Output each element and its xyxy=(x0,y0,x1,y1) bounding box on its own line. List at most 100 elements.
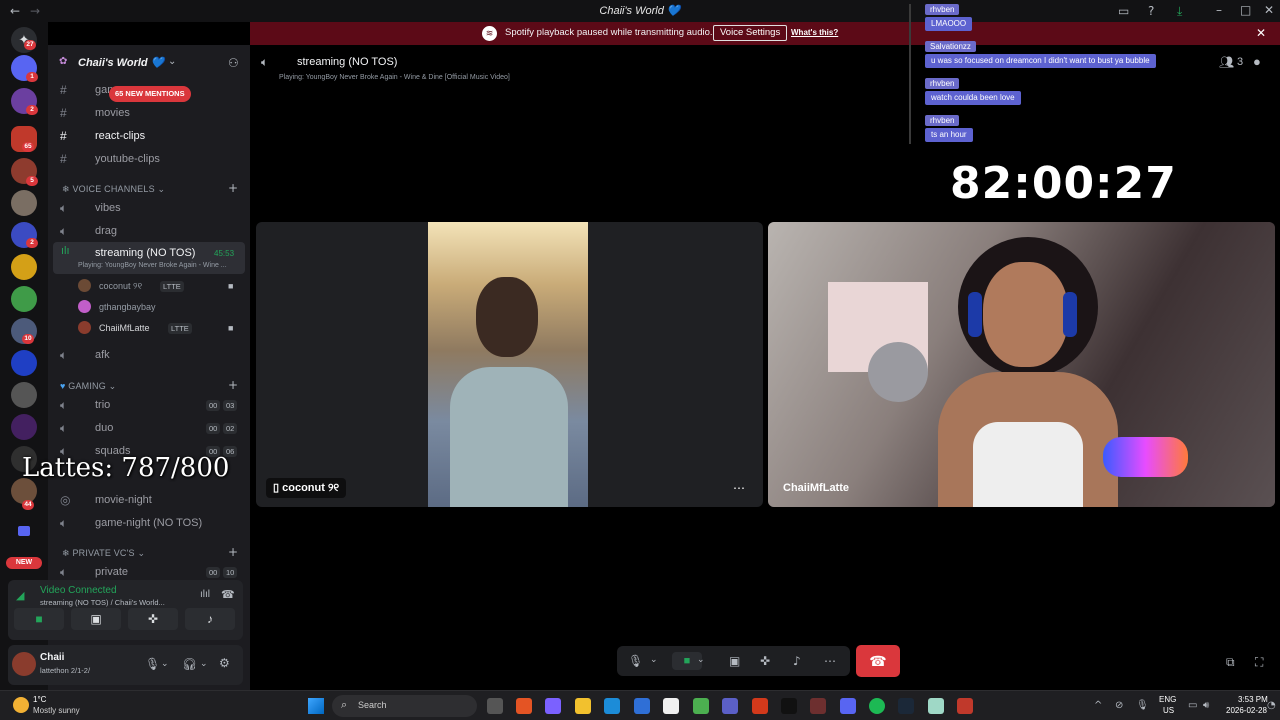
taskbar-search[interactable]: ⌕ Search xyxy=(332,695,477,717)
activities-icon[interactable]: ✜ xyxy=(760,654,770,668)
server-icon[interactable] xyxy=(11,286,37,312)
download-icon[interactable]: ⤓ xyxy=(1177,4,1182,18)
copilot-icon[interactable] xyxy=(545,698,561,714)
screen-share-button[interactable]: ▣ xyxy=(71,608,121,630)
network-icon[interactable]: ⊘ xyxy=(1115,699,1123,713)
voice-status-sub[interactable]: streaming (NO TOS) / Chaii's World... xyxy=(40,598,165,607)
language-code[interactable]: ENG xyxy=(1159,695,1176,704)
windows-start-icon[interactable] xyxy=(308,698,324,714)
minimize-icon[interactable]: – xyxy=(1216,3,1222,17)
microphone-icon[interactable]: 🎙︎ xyxy=(145,657,160,671)
soundboard-icon[interactable]: ♪ xyxy=(793,654,801,668)
server-icon[interactable] xyxy=(11,414,37,440)
microphone-icon[interactable]: 🎙︎ xyxy=(1136,699,1149,713)
voice-channel-item[interactable]: 🔈︎ afk xyxy=(48,345,250,365)
category-header[interactable]: ❄ VOICE CHANNELS ⌄ xyxy=(62,184,165,195)
app-icon[interactable] xyxy=(516,698,532,714)
chevron-down-icon[interactable]: ⌄ xyxy=(168,56,176,67)
voice-channel-item[interactable]: 🔈︎ trio 00 03 xyxy=(48,395,250,415)
voice-channel-item[interactable]: 🔈︎ vibes xyxy=(48,198,250,218)
discord-icon[interactable] xyxy=(840,698,856,714)
server-icon[interactable] xyxy=(11,350,37,376)
more-options-icon[interactable]: ⋯ xyxy=(733,481,745,495)
channel-item[interactable]: # youtube-clips xyxy=(48,149,250,169)
pop-out-icon[interactable]: ⧉ xyxy=(1226,655,1235,669)
chat-bubble-icon[interactable]: ● xyxy=(1253,54,1261,69)
member-name[interactable]: gthangbaybay xyxy=(99,302,156,312)
display-icon[interactable]: ▭ xyxy=(1188,699,1197,713)
inbox-icon[interactable]: ▭ xyxy=(1118,4,1129,18)
tiktok-icon[interactable] xyxy=(781,698,797,714)
disconnect-button[interactable]: ☎ xyxy=(856,645,900,677)
member-name[interactable]: ChaiiMfLatte xyxy=(99,323,150,333)
participants-icon[interactable]: 👥︎ xyxy=(1219,55,1234,69)
chrome-icon[interactable] xyxy=(693,698,709,714)
chevron-down-icon[interactable]: ⌄ xyxy=(697,653,705,667)
microphone-icon[interactable]: 🎙︎ xyxy=(628,654,643,668)
video-tile[interactable]: ChaiiMfLatte xyxy=(768,222,1275,507)
chevron-down-icon[interactable]: ⌄ xyxy=(161,657,169,671)
voice-channel-item[interactable]: 🔈︎ private 00 10 xyxy=(48,562,250,582)
noise-suppression-icon[interactable]: ılıl xyxy=(200,589,210,600)
activities-button[interactable]: ✜ xyxy=(128,608,178,630)
edge-icon[interactable] xyxy=(604,698,620,714)
task-view-icon[interactable] xyxy=(487,698,503,714)
app-icon[interactable] xyxy=(634,698,650,714)
more-options-icon[interactable]: ⋯ xyxy=(824,654,836,668)
add-member-icon[interactable]: ⚇ xyxy=(228,56,239,70)
headphones-icon[interactable]: 🎧︎ xyxy=(182,657,197,671)
chevron-down-icon[interactable]: ⌄ xyxy=(650,653,658,667)
soundboard-button[interactable]: ♪ xyxy=(185,608,235,630)
server-icon[interactable] xyxy=(11,254,37,280)
teams-icon[interactable] xyxy=(722,698,738,714)
avatar[interactable] xyxy=(12,652,36,676)
channel-item[interactable]: # movies xyxy=(48,103,250,123)
voice-channel-item[interactable]: 🔈︎ drag xyxy=(48,221,250,241)
weather-text[interactable]: Mostly sunny xyxy=(33,706,80,715)
add-channel-icon[interactable]: + xyxy=(228,181,238,195)
username[interactable]: Chaii xyxy=(40,652,64,663)
fullscreen-icon[interactable]: ⛶ xyxy=(1255,655,1263,669)
folder-icon[interactable] xyxy=(18,526,30,536)
help-icon[interactable]: ? xyxy=(1148,4,1154,18)
clock-time[interactable]: 3:53 PM xyxy=(1238,695,1268,704)
member-name[interactable]: coconut ୨୧ xyxy=(99,281,142,292)
steam-icon[interactable] xyxy=(898,698,914,714)
notification-icon[interactable]: ◔ xyxy=(1267,699,1276,713)
camera-button[interactable]: ■ xyxy=(14,608,64,630)
chat-message: ts an hour xyxy=(925,128,973,142)
video-tile[interactable]: ▯ coconut ୨୧ ⋯ xyxy=(256,222,763,507)
volume-icon[interactable]: 🔊︎ xyxy=(1203,699,1209,713)
add-channel-icon[interactable]: + xyxy=(228,545,238,559)
gear-icon[interactable]: ⚙ xyxy=(219,656,230,670)
spotify-icon[interactable] xyxy=(869,698,885,714)
event-channel-item[interactable]: 🔈︎ game-night (NO TOS) xyxy=(48,513,250,533)
close-window-icon[interactable]: ✕ xyxy=(1264,3,1274,17)
app-icon[interactable] xyxy=(810,698,826,714)
notepad-icon[interactable] xyxy=(928,698,944,714)
chevron-down-icon[interactable]: ⌄ xyxy=(200,657,208,671)
server-icon[interactable] xyxy=(11,190,37,216)
chevron-up-icon[interactable]: ^ xyxy=(1094,699,1102,713)
event-channel-item[interactable]: ◎ movie-night xyxy=(48,490,250,510)
voice-settings-button[interactable]: Voice Settings xyxy=(713,25,788,41)
new-mentions-pill[interactable]: 65 NEW MENTIONS xyxy=(109,86,191,102)
category-header[interactable]: ❄ PRIVATE VC'S ⌄ xyxy=(62,548,145,559)
store-icon[interactable] xyxy=(663,698,679,714)
clock-date[interactable]: 2026-02-28 xyxy=(1226,706,1267,715)
channel-item[interactable]: # react-clips xyxy=(48,126,250,146)
close-icon[interactable]: ✕ xyxy=(1256,26,1266,40)
guild-name[interactable]: Chaii's World 💙 xyxy=(78,56,164,69)
category-header[interactable]: ♥ GAMING ⌄ xyxy=(60,381,116,392)
app-icon[interactable] xyxy=(957,698,973,714)
voice-channel-item[interactable]: 🔈︎ duo 00 02 xyxy=(48,418,250,438)
server-icon[interactable] xyxy=(11,382,37,408)
region-code[interactable]: US xyxy=(1163,706,1174,715)
disconnect-icon[interactable]: ☎ xyxy=(221,588,235,601)
app-icon[interactable] xyxy=(752,698,768,714)
screen-share-icon[interactable]: ▣ xyxy=(729,654,740,668)
file-explorer-icon[interactable] xyxy=(575,698,591,714)
add-channel-icon[interactable]: + xyxy=(228,378,238,392)
maximize-icon[interactable]: □ xyxy=(1240,3,1251,17)
whats-this-link[interactable]: What's this? xyxy=(791,28,838,37)
